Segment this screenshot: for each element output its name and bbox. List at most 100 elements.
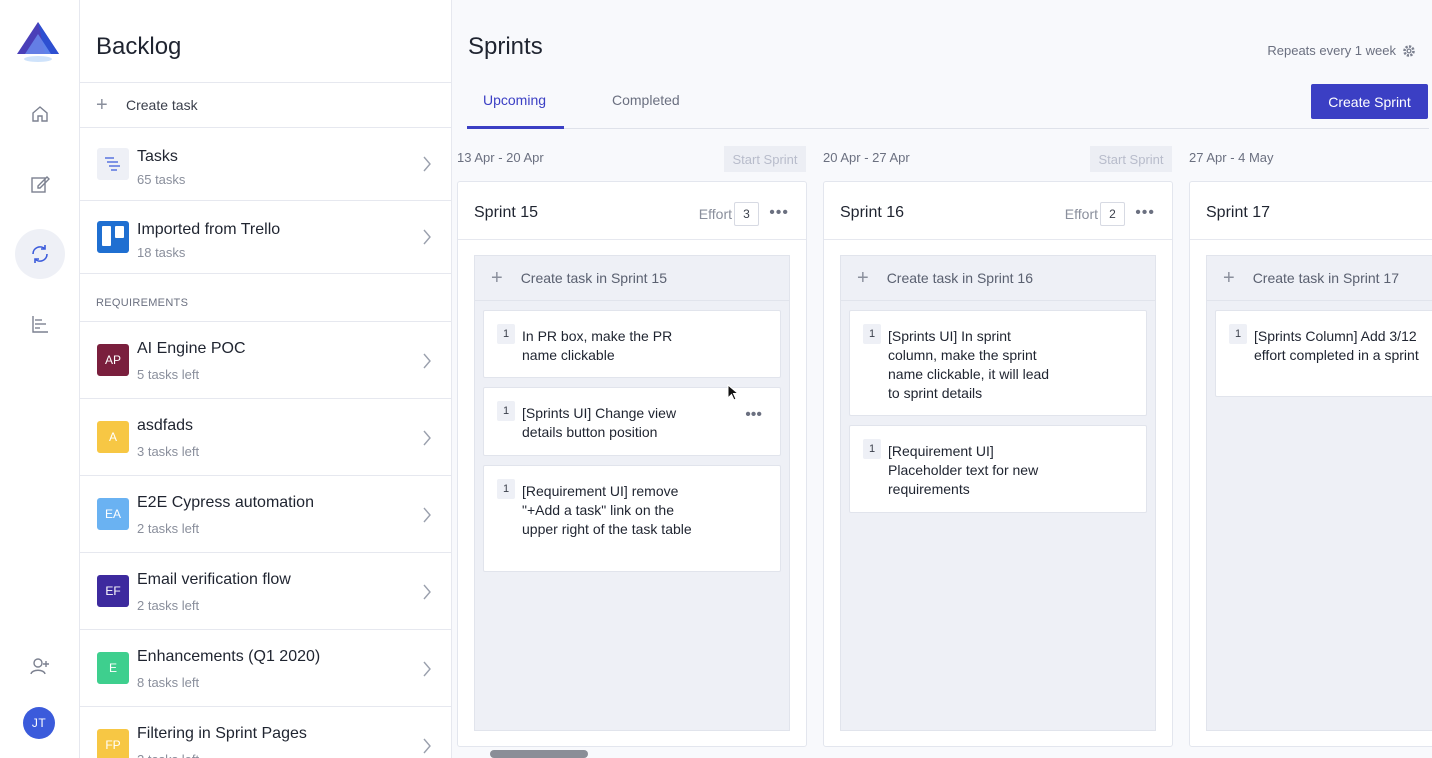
backlog-list-trello[interactable]: Imported from Trello 18 tasks xyxy=(80,201,451,274)
sprint-name[interactable]: Sprint 17 xyxy=(1206,204,1270,222)
task-card[interactable]: 1 [Sprints UI] In sprint column, make the… xyxy=(849,310,1147,416)
chevron-right-icon xyxy=(423,507,431,523)
task-more-options-icon[interactable]: ••• xyxy=(745,406,762,424)
create-task-in-sprint-button[interactable]: + Create task in Sprint 15 xyxy=(475,256,789,301)
chevron-right-icon xyxy=(423,229,431,245)
backlog-title: Backlog xyxy=(96,33,182,60)
task-effort: 1 xyxy=(497,479,515,499)
requirement-title: AI Engine POC xyxy=(137,340,246,357)
roadmap-icon[interactable] xyxy=(15,299,65,349)
list-count: 18 tasks xyxy=(137,245,186,260)
requirement-item[interactable]: E Enhancements (Q1 2020) 8 tasks left xyxy=(80,630,451,707)
plus-icon: + xyxy=(491,267,503,289)
requirement-count: 8 tasks left xyxy=(137,675,200,690)
active-tab-indicator xyxy=(467,126,564,129)
requirement-item[interactable]: EF Email verification flow 2 tasks left xyxy=(80,553,451,630)
task-card[interactable]: 1 [Requirement UI] remove "+Add a task" l… xyxy=(483,465,781,572)
requirement-item[interactable]: EA E2E Cypress automation 2 tasks left xyxy=(80,476,451,553)
create-sprint-button[interactable]: Create Sprint xyxy=(1311,84,1428,119)
sprint-task-lane: + Create task in Sprint 15 1 In PR box, mak… xyxy=(474,255,790,731)
home-icon[interactable] xyxy=(15,89,65,139)
task-effort: 1 xyxy=(1229,324,1247,344)
edit-note-icon[interactable] xyxy=(15,159,65,209)
mouse-cursor-icon xyxy=(727,384,739,401)
list-title: Imported from Trello xyxy=(137,221,281,238)
task-effort: 1 xyxy=(497,324,515,344)
add-user-icon[interactable] xyxy=(15,641,65,691)
requirement-badge: AP xyxy=(97,344,129,376)
requirement-count: 5 tasks left xyxy=(137,367,200,382)
sprint-task-lane: + Create task in Sprint 16 1 [Sprints UI] I… xyxy=(840,255,1156,731)
task-card[interactable]: 1 [Requirement UI] Placeholder text for n… xyxy=(849,425,1147,513)
sprint-date-range: 13 Apr - 20 Apr xyxy=(457,150,544,165)
effort-label: Effort xyxy=(1064,206,1098,222)
sprints-cycle-icon[interactable] xyxy=(15,229,65,279)
task-title: [Sprints UI] Change view details button … xyxy=(522,405,677,440)
sprint-name[interactable]: Sprint 16 xyxy=(840,204,904,222)
effort-value: 2 xyxy=(1100,202,1125,226)
tab-completed[interactable]: Completed xyxy=(612,92,680,108)
task-title: In PR box, make the PR name clickable xyxy=(522,328,673,363)
requirement-item[interactable]: Aasdfads 3 tasks left xyxy=(80,399,451,476)
requirement-badge: E xyxy=(97,652,129,684)
chevron-right-icon xyxy=(423,661,431,677)
effort-value: 3 xyxy=(734,202,759,226)
requirement-count: 2 tasks left xyxy=(137,752,199,758)
task-title: [Requirement UI] remove "+Add a task" li… xyxy=(522,483,692,537)
requirement-title: asdfads xyxy=(137,417,194,434)
tasks-list-icon xyxy=(97,148,129,180)
start-sprint-button[interactable]: Start Sprint xyxy=(724,146,806,172)
sprint-header: Sprint 15 Effort 3 ••• xyxy=(458,182,806,240)
sprint-name[interactable]: Sprint 15 xyxy=(474,204,538,222)
requirement-badge: FP xyxy=(97,729,129,758)
create-task-in-sprint-button[interactable]: + Create task in Sprint 16 xyxy=(841,256,1155,301)
list-title: Tasks xyxy=(137,148,178,165)
task-card[interactable]: 1 In PR box, make the PR name clickable xyxy=(483,310,781,378)
sprint-header: Sprint 17 xyxy=(1190,182,1432,240)
requirement-badge: EF xyxy=(97,575,129,607)
requirements-section-label: REQUIREMENTS xyxy=(96,297,189,309)
chevron-right-icon xyxy=(423,584,431,600)
list-count: 65 tasks xyxy=(137,172,186,187)
sprint-date-range: 27 Apr - 4 May xyxy=(1189,150,1274,165)
create-task-button[interactable]: + Create task xyxy=(80,82,451,128)
sprint-column: Sprint 15 Effort 3 ••• + Create task in Sprin… xyxy=(457,181,807,747)
sprints-title: Sprints xyxy=(468,33,543,60)
effort-label: Effort xyxy=(698,206,732,222)
task-card[interactable]: 1 [Sprints Column] Add 3/12 effort comple… xyxy=(1215,310,1432,397)
trello-icon xyxy=(97,221,129,253)
task-effort: 1 xyxy=(863,324,881,344)
requirement-count: 2 tasks left xyxy=(137,598,200,613)
requirement-item[interactable]: FP Filtering in Sprint Pages 2 tasks left xyxy=(80,707,451,758)
gear-icon[interactable] xyxy=(1402,44,1416,58)
start-sprint-button[interactable]: Start Sprint xyxy=(1090,146,1172,172)
left-rail: JT xyxy=(0,0,80,758)
repeat-label: Repeats every 1 week xyxy=(1267,43,1396,58)
chevron-right-icon xyxy=(423,156,431,172)
sprint-task-lane: + Create task in Sprint 17 1 [Sprints Colum… xyxy=(1206,255,1432,731)
requirement-title: Enhancements (Q1 2020) xyxy=(137,648,321,665)
sprints-panel: Sprints Repeats every 1 week Upcoming Co… xyxy=(452,0,1432,758)
task-effort: 1 xyxy=(863,439,881,459)
requirement-title: Email verification flow xyxy=(137,571,291,588)
requirement-badge: A xyxy=(97,421,129,453)
user-avatar[interactable]: JT xyxy=(23,707,55,739)
requirement-badge: EA xyxy=(97,498,129,530)
chevron-right-icon xyxy=(423,738,431,754)
sprint-date-range: 20 Apr - 27 Apr xyxy=(823,150,910,165)
backlog-list-tasks[interactable]: Tasks 65 tasks xyxy=(80,128,451,201)
app-logo-icon[interactable] xyxy=(15,20,61,66)
sprint-column: Sprint 17 + Create task in Sprint 17 1 [Spri… xyxy=(1189,181,1432,747)
tab-upcoming[interactable]: Upcoming xyxy=(483,92,546,108)
more-options-icon[interactable]: ••• xyxy=(769,204,789,222)
tabs-divider xyxy=(467,128,1429,129)
chevron-right-icon xyxy=(423,353,431,369)
repeat-settings[interactable]: Repeats every 1 week xyxy=(1267,43,1416,58)
horizontal-scrollbar[interactable] xyxy=(490,750,588,758)
task-effort: 1 xyxy=(497,401,515,421)
more-options-icon[interactable]: ••• xyxy=(1135,204,1155,222)
create-task-in-sprint-button[interactable]: + Create task in Sprint 17 xyxy=(1207,256,1432,301)
requirement-title: Filtering in Sprint Pages xyxy=(137,725,307,742)
task-title: [Sprints UI] In sprint column, make the … xyxy=(888,328,1050,401)
requirement-item[interactable]: AP AI Engine POC 5 tasks left xyxy=(80,322,451,399)
